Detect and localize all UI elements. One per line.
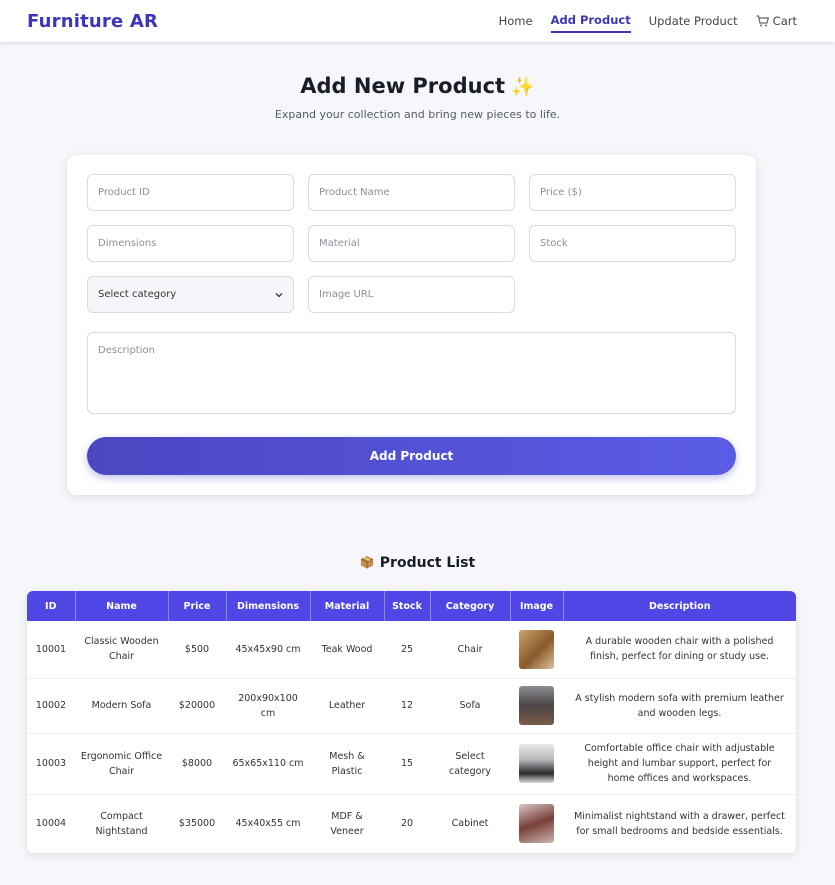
cell-stock: 20 xyxy=(400,818,414,830)
dimensions-input[interactable]: Dimensions xyxy=(87,225,294,262)
cell-id: 10001 xyxy=(27,621,75,679)
cell-stock: 15 xyxy=(384,733,430,795)
nav-link-update-product[interactable]: Update Product xyxy=(649,10,738,32)
column-header-material: Material xyxy=(310,591,385,621)
chevron-down-icon xyxy=(275,292,283,297)
column-header-image: Image xyxy=(510,591,564,621)
cell-dimensions: 200x90x100 cm xyxy=(226,678,310,734)
cell-description: A durable wooden chair with a polished f… xyxy=(563,621,796,679)
price-input[interactable]: Price ($) xyxy=(529,174,736,211)
column-header-stock: Stock xyxy=(384,591,431,621)
cell-name: Ergonomic Office Chair xyxy=(75,733,168,795)
product-id-input[interactable]: Product ID xyxy=(87,174,294,211)
description-placeholder: Description xyxy=(98,345,155,356)
cell-description: Comfortable office chair with adjustable… xyxy=(563,733,796,795)
product-thumbnail xyxy=(519,629,554,669)
column-header-price: Price xyxy=(168,591,227,621)
category-select[interactable]: Select category xyxy=(87,276,294,313)
product-id-placeholder: Product ID xyxy=(98,187,150,198)
product-table: ID Name Price Dimensions Material Stock … xyxy=(27,591,796,853)
cell-name: Classic Wooden Chair xyxy=(75,621,168,679)
product-thumbnail xyxy=(519,804,554,844)
product-name-placeholder: Product Name xyxy=(319,187,390,198)
brand-logo[interactable]: Furniture AR xyxy=(27,11,158,32)
cell-price: $35000 xyxy=(178,818,216,830)
nav-link-home[interactable]: Home xyxy=(499,10,533,32)
cell-stock: 12 xyxy=(384,678,430,734)
cart-icon xyxy=(756,15,769,27)
cell-description: Minimalist nightstand with a drawer, per… xyxy=(574,810,785,837)
image-url-placeholder: Image URL xyxy=(319,289,374,300)
stock-input[interactable]: Stock xyxy=(529,225,736,262)
cell-category: Select category xyxy=(430,733,510,795)
cell-dimensions: 45x40x55 cm xyxy=(235,818,301,830)
cell-id: 10003 xyxy=(27,733,75,795)
sparkle-icon: ✨ xyxy=(511,76,535,98)
material-input[interactable]: Material xyxy=(308,225,515,262)
category-selected-value: Select category xyxy=(98,289,177,300)
cell-dimensions: 45x45x90 cm xyxy=(226,621,310,679)
page-subtitle: Expand your collection and bring new pie… xyxy=(274,108,561,121)
cell-material: Leather xyxy=(310,678,384,734)
cell-id: 10002 xyxy=(27,678,75,734)
cell-name: Compact Nightstand xyxy=(95,810,148,837)
navbar: Furniture AR Home Add Product Update Pro… xyxy=(0,0,835,42)
cell-material: Mesh & Plastic xyxy=(310,733,384,795)
table-header-row: ID Name Price Dimensions Material Stock … xyxy=(27,591,796,621)
cell-price: $8000 xyxy=(168,733,226,795)
add-product-form: Product ID Product Name Price ($) Dimens… xyxy=(67,155,756,495)
cell-dimensions: 65x65x110 cm xyxy=(226,733,310,795)
product-list-title-text: Product List xyxy=(379,555,476,571)
dimensions-placeholder: Dimensions xyxy=(98,238,157,249)
image-url-input[interactable]: Image URL xyxy=(308,276,515,313)
product-thumbnail xyxy=(519,744,554,783)
cell-material: MDF & Veneer xyxy=(330,810,364,837)
cell-stock: 25 xyxy=(384,621,430,679)
package-icon xyxy=(360,556,373,569)
column-header-name: Name xyxy=(75,591,169,621)
cell-category: Chair xyxy=(430,621,510,679)
price-placeholder: Price ($) xyxy=(540,187,582,198)
column-header-description: Description xyxy=(563,591,796,621)
column-header-dimensions: Dimensions xyxy=(226,591,311,621)
column-header-id: ID xyxy=(27,591,76,621)
cart-label: Cart xyxy=(772,14,797,28)
nav-link-add-product[interactable]: Add Product xyxy=(550,9,631,33)
nav-link-cart[interactable]: Cart xyxy=(756,10,797,32)
nav-links: Home Add Product Update Product Cart xyxy=(499,9,797,33)
page-title-text: Add New Product xyxy=(300,74,506,98)
material-placeholder: Material xyxy=(319,238,360,249)
add-product-button[interactable]: Add Product xyxy=(87,437,736,475)
product-thumbnail xyxy=(519,686,554,725)
cell-description: A stylish modern sofa with premium leath… xyxy=(563,678,796,734)
table-row: 10003 Ergonomic Office Chair $8000 65x65… xyxy=(27,733,796,795)
cell-image xyxy=(510,621,563,679)
cell-image xyxy=(510,794,563,853)
table-row: 10001 Classic Wooden Chair $500 45x45x90… xyxy=(27,621,796,679)
cell-price: $20000 xyxy=(168,678,226,734)
table-row: 10002 Modern Sofa $20000 200x90x100 cm L… xyxy=(27,678,796,734)
table-row: 10004 Compact Nightstand $35000 45x40x55… xyxy=(27,794,796,853)
page-title: Add New Product ✨ xyxy=(0,74,835,98)
cell-category: Cabinet xyxy=(451,818,489,830)
cell-name: Modern Sofa xyxy=(75,678,168,734)
cell-id: 10004 xyxy=(35,818,67,830)
cell-image xyxy=(510,678,563,734)
stock-placeholder: Stock xyxy=(540,238,568,249)
cell-category: Sofa xyxy=(430,678,510,734)
column-header-category: Category xyxy=(430,591,511,621)
cell-image xyxy=(510,733,563,795)
description-textarea[interactable]: Description xyxy=(87,332,736,414)
product-list-title: Product List xyxy=(0,555,835,571)
cell-price: $500 xyxy=(168,621,226,679)
product-name-input[interactable]: Product Name xyxy=(308,174,515,211)
cell-material: Teak Wood xyxy=(310,621,384,679)
